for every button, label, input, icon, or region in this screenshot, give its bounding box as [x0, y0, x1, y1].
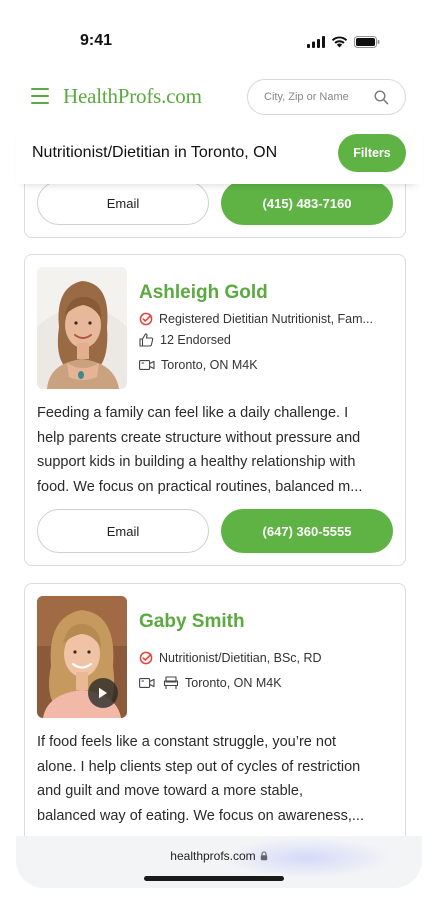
- status-time: 9:41: [80, 32, 113, 49]
- app-header: HealthProfs.com City, Zip or Name: [0, 76, 438, 120]
- bio-line: alone. I help clients step out of cycles…: [37, 758, 361, 775]
- bio-line: help parents create structure without pr…: [37, 429, 361, 446]
- video-session-icon: [139, 678, 155, 688]
- search-icon[interactable]: [374, 90, 389, 105]
- bio-line: and guilt and move toward a more stable,: [37, 783, 303, 799]
- credentials-text: Registered Dietitian Nutritionist, Fam..…: [159, 312, 373, 326]
- hamburger-menu-icon[interactable]: [31, 88, 49, 104]
- home-indicator[interactable]: [144, 876, 284, 881]
- email-button[interactable]: Email: [37, 509, 209, 553]
- url-text: healthprofs.com: [170, 849, 256, 863]
- phone-button[interactable]: (647) 360-5555: [221, 509, 393, 553]
- professional-name[interactable]: Ashleigh Gold: [139, 282, 268, 304]
- profile-photo[interactable]: [37, 596, 127, 718]
- endorsed-count: 12 Endorsed: [160, 333, 231, 347]
- location-row: Toronto, ON M4K: [139, 358, 258, 372]
- video-session-icon: [139, 360, 155, 370]
- profile-bio: If food feels like a constant struggle, …: [37, 730, 395, 828]
- verified-check-icon: [139, 312, 153, 326]
- wifi-icon: [331, 36, 348, 48]
- cellular-signal-icon: [307, 36, 325, 48]
- results-title-bar: Nutritionist/Dietitian in Toronto, ON Fi…: [16, 124, 422, 184]
- credentials-text: Nutritionist/Dietitian, BSc, RD: [159, 651, 322, 665]
- endorsed-row: 12 Endorsed: [139, 333, 231, 347]
- bio-line: food. We focus on practical routines, ba…: [37, 478, 363, 495]
- verified-check-icon: [139, 651, 153, 665]
- profile-photo[interactable]: [37, 267, 127, 389]
- profile-card[interactable]: Ashleigh Gold Registered Dietitian Nutri…: [24, 254, 406, 566]
- in-person-office-icon: [163, 676, 179, 689]
- url-display[interactable]: healthprofs.com: [16, 849, 422, 863]
- play-video-icon[interactable]: [88, 678, 118, 708]
- bio-line: Feeding a family can feel like a daily c…: [37, 405, 349, 421]
- bio-line: If food feels like a constant struggle, …: [37, 734, 337, 750]
- phone-button[interactable]: (415) 483-7160: [221, 181, 393, 225]
- location-text: Toronto, ON M4K: [185, 676, 282, 690]
- page-title: Nutritionist/Dietitian in Toronto, ON: [32, 144, 278, 161]
- site-logo[interactable]: HealthProfs.com: [63, 84, 202, 109]
- profile-bio: Feeding a family can feel like a daily c…: [37, 401, 395, 499]
- credentials-row: Nutritionist/Dietitian, BSc, RD: [139, 651, 322, 665]
- email-button[interactable]: Email: [37, 181, 209, 225]
- status-bar: 9:41: [0, 0, 438, 70]
- search-placeholder: City, Zip or Name: [264, 91, 349, 103]
- battery-icon: [354, 36, 380, 48]
- location-text: Toronto, ON M4K: [161, 358, 258, 372]
- status-icons: [307, 36, 380, 48]
- credentials-row: Registered Dietitian Nutritionist, Fam..…: [139, 312, 373, 326]
- bio-line: balanced way of eating. We focus on awar…: [37, 807, 364, 824]
- search-input[interactable]: City, Zip or Name: [247, 79, 406, 115]
- thumbs-up-icon: [139, 333, 154, 347]
- professional-name[interactable]: Gaby Smith: [139, 611, 245, 633]
- filters-button[interactable]: Filters: [338, 134, 406, 172]
- location-row: Toronto, ON M4K: [139, 676, 282, 690]
- bio-line: support kids in building a healthy relat…: [37, 454, 356, 470]
- lock-icon: [260, 851, 267, 861]
- profile-card[interactable]: Gaby Smith Nutritionist/Dietitian, BSc, …: [24, 583, 406, 873]
